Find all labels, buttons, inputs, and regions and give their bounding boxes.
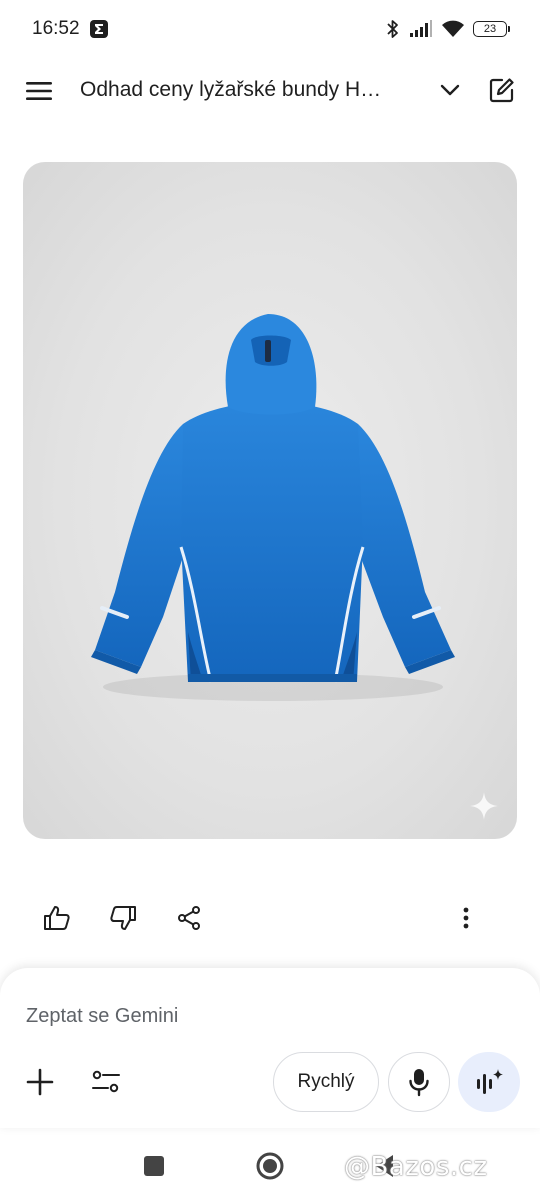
sigma-notification-icon bbox=[90, 20, 108, 38]
more-vert-icon bbox=[463, 907, 469, 929]
prompt-composer: Rychlý bbox=[0, 968, 540, 1128]
signal-icon bbox=[410, 20, 432, 37]
uploaded-image-card[interactable] bbox=[23, 162, 517, 839]
live-mode-button[interactable] bbox=[458, 1052, 520, 1112]
model-selector-button[interactable]: Rychlý bbox=[273, 1052, 379, 1112]
thumbs-down-button[interactable] bbox=[101, 896, 145, 940]
more-options-button[interactable] bbox=[444, 896, 488, 940]
thumbs-down-icon bbox=[110, 906, 136, 930]
recents-button[interactable] bbox=[144, 1156, 164, 1176]
conversation-title[interactable]: Odhad ceny lyžařské bundy H… bbox=[80, 78, 420, 102]
share-button[interactable] bbox=[167, 896, 211, 940]
response-actions bbox=[0, 896, 540, 942]
chevron-down-icon bbox=[440, 84, 460, 96]
thumbs-up-button[interactable] bbox=[35, 896, 79, 940]
watermark: @Bazos.cz bbox=[344, 1152, 488, 1182]
ski-jacket-image bbox=[91, 314, 455, 701]
battery-indicator: 23 bbox=[473, 21, 510, 37]
mic-icon bbox=[409, 1069, 429, 1097]
wifi-icon bbox=[442, 20, 464, 37]
microphone-button[interactable] bbox=[388, 1052, 450, 1112]
hamburger-menu-icon bbox=[26, 82, 52, 100]
tools-icon bbox=[92, 1070, 120, 1093]
edit-icon bbox=[489, 78, 514, 103]
live-icon bbox=[477, 1069, 503, 1094]
home-button[interactable] bbox=[255, 1151, 285, 1181]
app-bar: Odhad ceny lyžařské bundy H… bbox=[0, 62, 540, 120]
menu-button[interactable] bbox=[22, 74, 56, 108]
share-icon bbox=[178, 906, 200, 930]
tools-button[interactable] bbox=[86, 1062, 126, 1102]
prompt-input[interactable] bbox=[24, 1000, 508, 1032]
status-time: 16:52 bbox=[32, 18, 80, 39]
title-dropdown-button[interactable] bbox=[434, 74, 466, 106]
thumbs-up-icon bbox=[44, 906, 70, 930]
status-icons: 23 bbox=[385, 19, 510, 39]
battery-level: 23 bbox=[473, 21, 507, 37]
sparkle-icon bbox=[470, 792, 498, 820]
plus-icon bbox=[26, 1068, 54, 1096]
new-chat-button[interactable] bbox=[484, 72, 520, 108]
status-bar: 16:52 23 bbox=[0, 0, 540, 60]
add-attachment-button[interactable] bbox=[20, 1062, 60, 1102]
bluetooth-icon bbox=[387, 20, 398, 38]
